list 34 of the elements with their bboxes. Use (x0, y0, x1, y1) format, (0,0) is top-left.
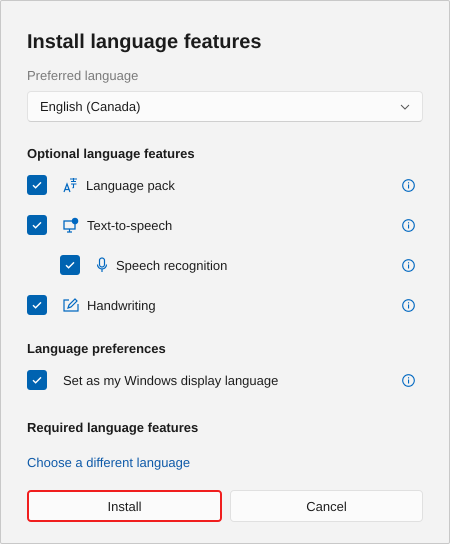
feature-label: Language pack (86, 178, 176, 192)
info-icon[interactable] (402, 218, 415, 232)
chevron-down-icon (400, 104, 410, 110)
monitor-speech-icon (63, 217, 79, 233)
info-icon[interactable] (402, 178, 415, 192)
feature-label: Speech recognition (116, 258, 228, 272)
language-icon (63, 177, 78, 193)
microphone-icon (96, 257, 108, 273)
info-icon[interactable] (402, 258, 415, 272)
checkmark-icon (31, 179, 43, 191)
language-dropdown[interactable]: English (Canada) (27, 91, 423, 122)
checkbox[interactable] (27, 295, 47, 315)
info-icon[interactable] (402, 374, 415, 386)
choose-language-link[interactable]: Choose a different language (27, 455, 190, 470)
checkmark-icon (64, 259, 76, 271)
pen-tablet-icon (63, 298, 79, 312)
checkbox[interactable] (27, 175, 47, 195)
checkbox[interactable] (60, 255, 80, 275)
checkmark-icon (31, 299, 43, 311)
dialog-button[interactable]: Cancel (230, 490, 423, 522)
checkbox[interactable] (27, 370, 47, 390)
section-heading: Language preferences (27, 341, 167, 356)
field-label: Preferred language (27, 68, 140, 83)
info-icon[interactable] (402, 298, 415, 312)
section-heading: Required language features (27, 420, 200, 435)
checkmark-icon (31, 219, 43, 231)
checkbox[interactable] (27, 215, 47, 235)
dialog-title: Install language features (27, 31, 263, 54)
section-heading: Optional language features (27, 146, 196, 161)
dialog-button[interactable]: Install (27, 490, 222, 522)
feature-label: Set as my Windows display language (63, 372, 280, 388)
feature-label: Handwriting (87, 298, 157, 312)
checkmark-icon (31, 374, 43, 386)
feature-label: Text-to-speech (87, 218, 174, 232)
